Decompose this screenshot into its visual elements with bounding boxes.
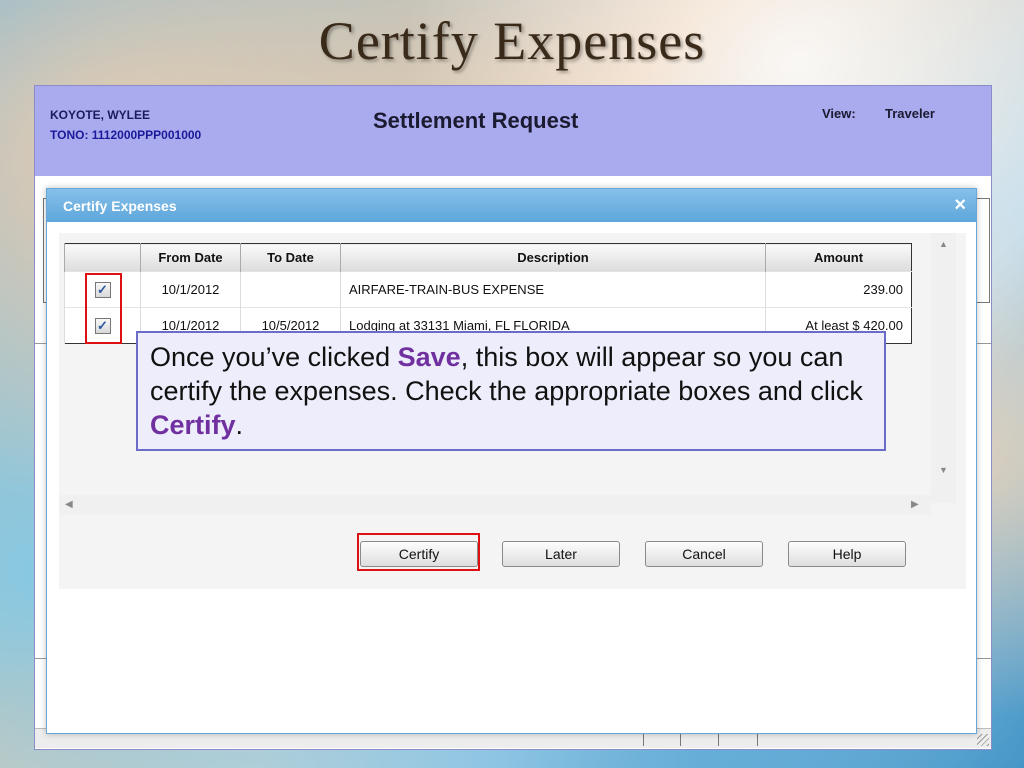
column-header-description[interactable]: Description <box>340 243 766 272</box>
expense-table: From Date To Date Description Amount ✓ 1… <box>64 243 912 344</box>
scroll-up-icon[interactable]: ▲ <box>931 239 956 249</box>
scroll-down-icon[interactable]: ▼ <box>931 465 956 475</box>
table-header-row: From Date To Date Description Amount <box>64 243 912 272</box>
to-date-cell <box>240 271 341 308</box>
cancel-button[interactable]: Cancel <box>645 541 763 567</box>
horizontal-scrollbar[interactable]: ◀ ▶ <box>59 495 931 515</box>
scrollbar-tick <box>643 732 644 746</box>
dialog-title: Certify Expenses <box>63 198 177 214</box>
traveler-name: KOYOTE, WYLEE <box>50 108 151 122</box>
column-header-amount[interactable]: Amount <box>765 243 912 272</box>
dialog-titlebar[interactable]: Certify Expenses × <box>47 189 976 222</box>
callout-text: . <box>235 410 244 440</box>
page-title: Settlement Request <box>373 108 579 133</box>
scrollbar-tick <box>718 732 719 746</box>
vertical-scrollbar[interactable]: ▲ ▼ <box>931 233 956 503</box>
scroll-left-icon[interactable]: ◀ <box>65 499 73 510</box>
close-icon[interactable]: × <box>954 194 966 217</box>
scrollbar-tick <box>757 732 758 746</box>
certify-highlight-box <box>357 533 480 571</box>
column-header-to-date[interactable]: To Date <box>240 243 341 272</box>
table-row: ✓ 10/1/2012 AIRFARE-TRAIN-BUS EXPENSE 23… <box>64 271 912 308</box>
callout-text: Once you’ve clicked <box>150 342 398 372</box>
traveler-tono: TONO: 1112000PPP001000 <box>50 128 202 142</box>
description-cell: AIRFARE-TRAIN-BUS EXPENSE <box>340 271 766 308</box>
view-label: View: <box>822 106 856 121</box>
scrollbar-tick <box>680 732 681 746</box>
view-selector[interactable]: Traveler <box>885 106 935 121</box>
column-header-from-date[interactable]: From Date <box>140 243 241 272</box>
callout-save-highlight: Save <box>397 342 461 372</box>
instruction-callout: Once you’ve clicked Save, this box will … <box>136 331 886 451</box>
slide-title: Certify Expenses <box>318 11 706 71</box>
amount-cell: 239.00 <box>765 271 912 308</box>
column-header-select <box>64 243 141 272</box>
scroll-right-icon[interactable]: ▶ <box>911 499 919 510</box>
certify-expenses-dialog: Certify Expenses × From Date To Date Des… <box>46 188 977 734</box>
from-date-cell: 10/1/2012 <box>140 271 241 308</box>
help-button[interactable]: Help <box>788 541 906 567</box>
app-header: KOYOTE, WYLEE TONO: 1112000PPP001000 Set… <box>35 86 991 176</box>
later-button[interactable]: Later <box>502 541 620 567</box>
callout-certify-highlight: Certify <box>150 410 236 440</box>
resize-grip-icon[interactable] <box>977 734 989 746</box>
checkbox-highlight-box <box>85 273 122 344</box>
